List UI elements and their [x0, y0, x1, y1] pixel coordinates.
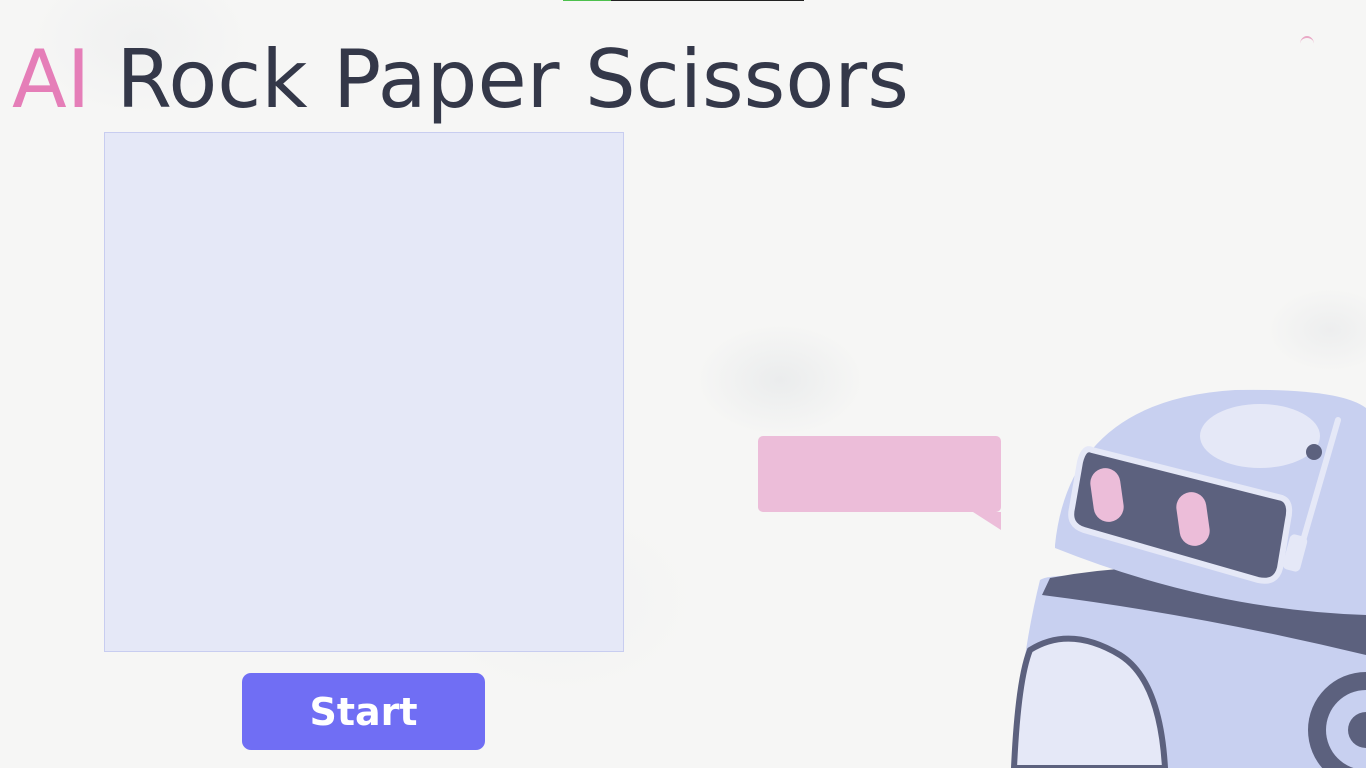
robot-mascot-icon: [1010, 389, 1366, 768]
page-title: AI Rock Paper Scissors: [12, 32, 909, 128]
speech-bubble-tail: [973, 512, 1001, 530]
loading-progress-fill: [563, 0, 612, 1]
page-title-main: Rock Paper Scissors: [116, 33, 909, 126]
camera-preview-panel: [104, 132, 624, 652]
robot-head-dot: [1306, 444, 1322, 460]
loading-progress-bar: [563, 0, 804, 1]
start-button[interactable]: Start: [242, 673, 485, 750]
robot-head-highlight: [1200, 404, 1320, 468]
page-title-accent: AI: [12, 33, 91, 126]
robot-speech-bubble: [758, 436, 1001, 530]
corner-decoration: [1300, 36, 1314, 52]
